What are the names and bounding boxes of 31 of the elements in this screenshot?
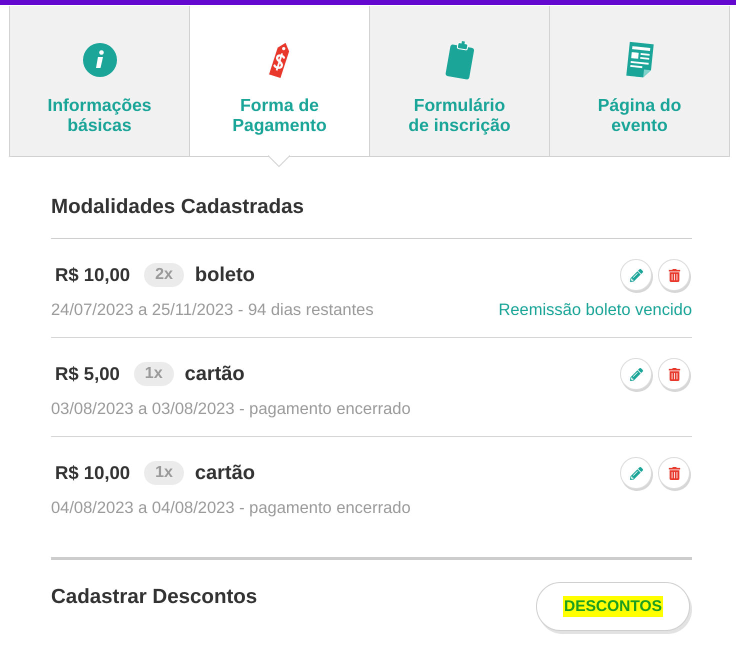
- section-title: Modalidades Cadastradas: [51, 195, 692, 239]
- payment-period: 24/07/2023 a 25/11/2023 - 94 dias restantes: [51, 300, 374, 320]
- delete-button[interactable]: [658, 358, 690, 390]
- payment-method: cartão: [194, 462, 255, 484]
- payment-method: boleto: [194, 264, 255, 286]
- tab[interactable]: Página do evento: [549, 6, 729, 156]
- delete-button[interactable]: [658, 259, 690, 291]
- reissue-link[interactable]: Reemissão boleto vencido: [498, 300, 692, 320]
- installments-badge: 2x: [144, 263, 184, 287]
- tab[interactable]: Formulário de inscrição: [369, 6, 549, 156]
- pencil-icon: [630, 466, 642, 480]
- pencil-icon: [630, 368, 642, 380]
- delete-button[interactable]: [658, 457, 690, 489]
- edit-button[interactable]: [620, 259, 652, 291]
- discounts-button[interactable]: DESCONTOS: [536, 582, 690, 631]
- section-title: Cadastrar Descontos: [51, 585, 258, 609]
- price: R$ 5,00: [55, 363, 120, 385]
- edit-button[interactable]: [620, 358, 652, 390]
- pencil-icon: [630, 268, 642, 282]
- payment-period: 04/08/2023 a 04/08/2023 - pagamento encerrado: [51, 498, 411, 518]
- payment-method: cartão: [184, 362, 245, 386]
- trash-icon: [668, 466, 680, 480]
- trash-icon: [668, 268, 680, 282]
- installments-badge: 1x: [144, 461, 184, 485]
- tab[interactable]: Informações básicas: [9, 6, 189, 156]
- edit-button[interactable]: [620, 457, 652, 489]
- installments-badge: 1x: [134, 362, 174, 386]
- trash-icon: [668, 368, 680, 380]
- payment-period: 03/08/2023 a 03/08/2023 - pagamento encerrado: [51, 400, 411, 418]
- price: R$ 10,00: [55, 462, 130, 484]
- price: R$ 10,00: [55, 264, 130, 286]
